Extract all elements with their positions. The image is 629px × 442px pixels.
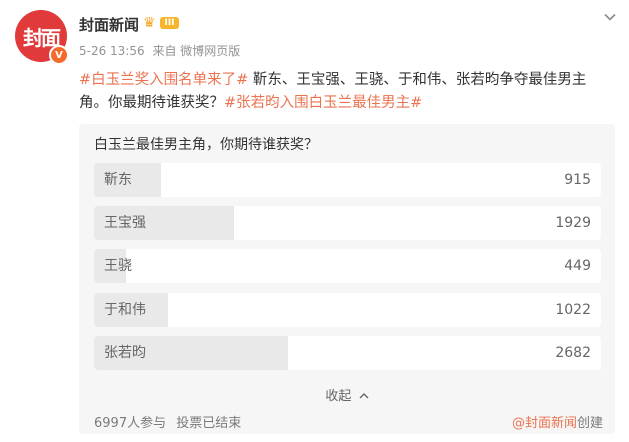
chevron-up-icon (359, 393, 369, 399)
verified-icon: V (49, 45, 69, 65)
poll-creator: @封面新闻创建 (512, 412, 603, 431)
hashtag-link[interactable]: #白玉兰奖入围名单来了# (79, 72, 248, 88)
creator-suffix: 创建 (576, 416, 603, 431)
crown-icon: ♛ (143, 15, 156, 31)
chevron-down-icon[interactable] (603, 10, 617, 24)
poll-option[interactable]: 靳东 915 (94, 163, 601, 197)
poll-option-count: 2682 (555, 345, 591, 361)
poll-option[interactable]: 张若昀 2682 (94, 336, 601, 370)
poll-option-count: 449 (564, 258, 591, 274)
poll-option[interactable]: 王宝强 1929 (94, 206, 601, 240)
poll-option[interactable]: 于和伟 1022 (94, 293, 601, 327)
poll-stats: 6997人参与 投票已结束 (94, 412, 247, 431)
poll-option-label: 靳东 (104, 172, 132, 188)
account-name[interactable]: 封面新闻 (79, 14, 139, 35)
poll-card: 白玉兰最佳男主角，你期待谁获奖？ 靳东 915 王宝强 1929 王骁 449 … (79, 124, 615, 434)
post-source: 来自 微博网页版 (152, 44, 241, 58)
poll-option-count: 915 (564, 172, 591, 188)
poll-option-label: 王骁 (104, 258, 132, 274)
hashtag-link[interactable]: #张若昀入围白玉兰最佳男主# (224, 95, 422, 111)
poll-option-label: 张若昀 (104, 345, 146, 361)
participant-count: 6997人参与 (94, 416, 167, 431)
poll-option-count: 1022 (555, 302, 591, 318)
creator-link[interactable]: @封面新闻 (512, 416, 577, 431)
poll-option-count: 1929 (555, 215, 591, 231)
poll-question: 白玉兰最佳男主角，你期待谁获奖？ (94, 137, 318, 153)
collapse-label: 收起 (325, 389, 352, 404)
poll-status: 投票已结束 (176, 416, 242, 431)
post-date[interactable]: 5-26 13:56 (79, 44, 145, 58)
post-meta: 5-26 13:56 来自 微博网页版 (79, 42, 244, 59)
poll-option-label: 王宝强 (104, 215, 146, 231)
collapse-button[interactable]: 收起 (79, 385, 615, 404)
post-text: #白玉兰奖入围名单来了# 靳东、王宝强、王骁、于和伟、张若昀争夺最佳男主角。你最… (79, 69, 609, 115)
poll-option[interactable]: 王骁 449 (94, 249, 601, 283)
poll-option-label: 于和伟 (104, 302, 146, 318)
level-badge: III (160, 17, 179, 29)
